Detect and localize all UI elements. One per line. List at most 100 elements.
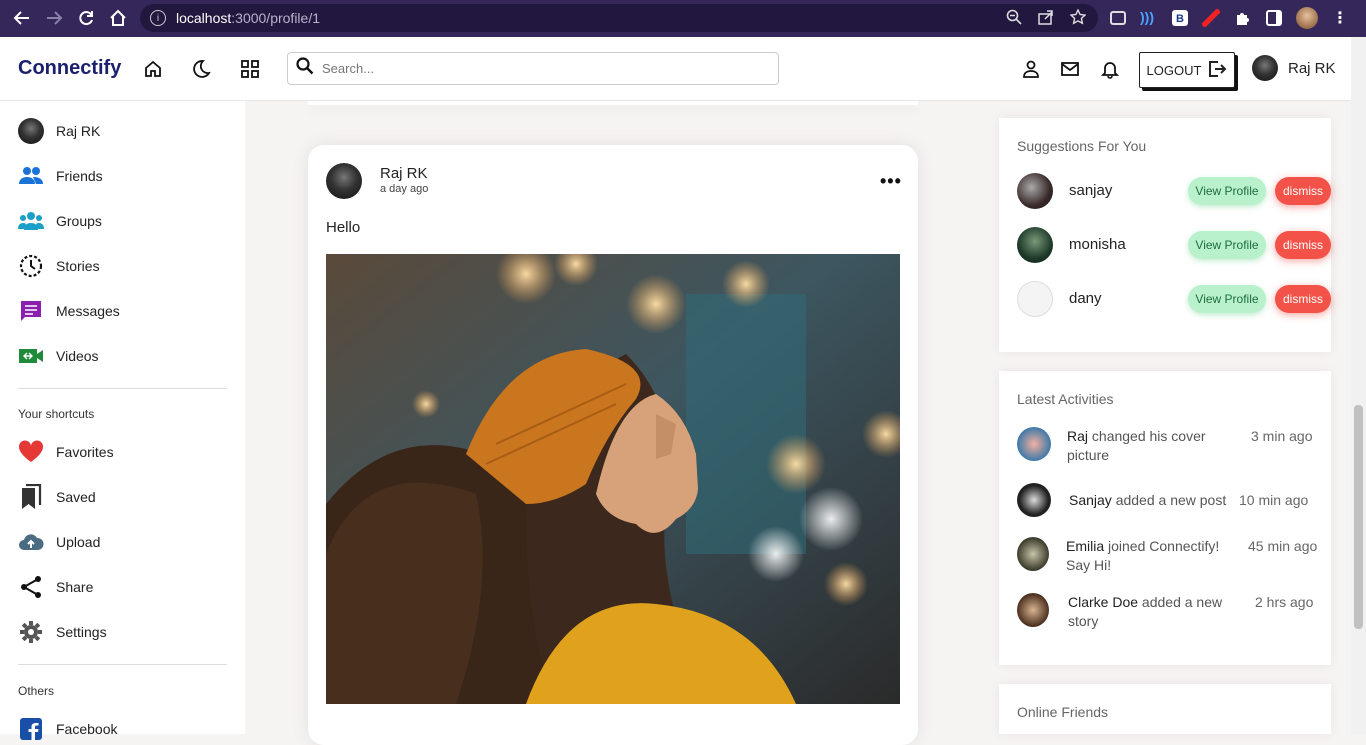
online-friends-card: Online Friends	[999, 684, 1331, 734]
post-text: Hello	[326, 219, 361, 236]
avatar[interactable]	[1017, 173, 1053, 209]
sidebar-item-label: Messages	[56, 303, 120, 319]
b-extension-icon[interactable]: B	[1172, 10, 1188, 26]
logout-button[interactable]: LOGOUT	[1139, 52, 1235, 88]
post-card: Raj RK a day ago ••• Hello	[308, 145, 918, 745]
current-user-menu[interactable]: Raj RK	[1252, 55, 1336, 81]
avatar[interactable]	[1017, 427, 1051, 461]
apps-grid-icon[interactable]	[240, 59, 260, 79]
activity-action: added a new post	[1115, 492, 1227, 508]
avatar[interactable]	[1017, 281, 1053, 317]
groups-icon	[18, 208, 44, 234]
suggestions-card: Suggestions For You sanjay View Profile …	[999, 118, 1331, 352]
activity-time: 10 min ago	[1239, 492, 1309, 508]
reload-icon[interactable]	[73, 5, 99, 31]
app-navbar: Connectify Search... LOGOUT Raj RK	[0, 37, 1366, 101]
share-page-icon[interactable]	[1038, 9, 1054, 28]
search-bar[interactable]: Search...	[287, 52, 779, 85]
zoom-icon[interactable]	[1006, 9, 1022, 28]
pen-extension-icon[interactable]	[1202, 9, 1220, 27]
home-browser-icon[interactable]	[105, 5, 131, 31]
divider	[18, 388, 227, 389]
dark-mode-icon[interactable]	[191, 59, 211, 79]
sidebar-item-favorites[interactable]: Favorites	[18, 439, 114, 465]
bookmark-star-icon[interactable]	[1069, 8, 1087, 28]
sidebar-item-friends[interactable]: Friends	[18, 163, 103, 189]
sidebar-item-stories[interactable]: Stories	[18, 253, 100, 279]
share-icon	[18, 574, 44, 600]
activities-card: Latest Activities Raj changed his cover …	[999, 371, 1331, 665]
activity-time: 2 hrs ago	[1255, 594, 1314, 610]
activities-title: Latest Activities	[1017, 391, 1114, 407]
forward-icon[interactable]	[41, 5, 67, 31]
search-input[interactable]: Search...	[322, 61, 374, 76]
previous-card-edge	[308, 101, 918, 105]
sidebar-item-upload[interactable]: Upload	[18, 529, 100, 555]
sidebar-item-label: Stories	[56, 258, 100, 274]
post-time: a day ago	[380, 183, 429, 195]
suggestion-name[interactable]: monisha	[1069, 236, 1126, 253]
activity-user[interactable]: Emilia	[1066, 538, 1104, 554]
shortcuts-heading: Your shortcuts	[18, 407, 95, 421]
cloud-upload-icon	[18, 529, 44, 555]
activity-user[interactable]: Raj	[1067, 428, 1088, 444]
bell-icon[interactable]	[1100, 59, 1120, 79]
address-bar[interactable]: i localhost:3000/profile/1	[140, 4, 1098, 32]
sidebar-item-label: Share	[56, 579, 94, 595]
suggestion-name[interactable]: dany	[1069, 290, 1102, 307]
sidebar-item-facebook[interactable]: Facebook	[18, 716, 117, 742]
sidebar-item-label: Favorites	[56, 444, 114, 460]
sidebar-item-messages[interactable]: Messages	[18, 298, 120, 324]
current-user-name: Raj RK	[1288, 59, 1336, 77]
scrollbar-thumb[interactable]	[1354, 405, 1363, 629]
sidebar-item-profile[interactable]: Raj RK	[18, 118, 100, 144]
home-icon[interactable]	[143, 59, 163, 79]
activity-time: 45 min ago	[1248, 538, 1318, 554]
sidebar-item-label: Raj RK	[56, 123, 101, 139]
suggestions-title: Suggestions For You	[1017, 138, 1147, 154]
avatar[interactable]	[1017, 227, 1053, 263]
tab-search-icon[interactable]	[1110, 11, 1126, 25]
avatar[interactable]	[326, 163, 362, 199]
sidebar-item-share[interactable]: Share	[18, 574, 93, 600]
view-profile-button[interactable]: View Profile	[1188, 177, 1266, 205]
heart-icon	[18, 439, 44, 465]
others-heading: Others	[18, 684, 55, 698]
sidebar-item-saved[interactable]: Saved	[18, 484, 96, 510]
post-author[interactable]: Raj RK	[380, 165, 428, 182]
profile-avatar-icon[interactable]	[1296, 7, 1318, 29]
puzzle-extensions-icon[interactable]	[1234, 9, 1252, 27]
suggestion-name[interactable]: sanjay	[1069, 182, 1112, 199]
suggestion-row: dany View Profile dismiss	[1017, 281, 1331, 317]
site-info-icon[interactable]: i	[150, 10, 166, 26]
logout-label: LOGOUT	[1146, 62, 1202, 78]
avatar[interactable]	[1017, 537, 1049, 571]
wifi-extension-icon[interactable]: )))	[1140, 9, 1158, 27]
back-icon[interactable]	[9, 5, 35, 31]
sidebar-item-label: Upload	[56, 534, 101, 550]
dismiss-button[interactable]: dismiss	[1275, 177, 1331, 205]
activity-user[interactable]: Sanjay	[1069, 492, 1112, 508]
page-scrollbar[interactable]	[1351, 37, 1366, 734]
sidebar-item-videos[interactable]: Videos	[18, 343, 99, 369]
profile-icon[interactable]	[1021, 59, 1041, 79]
dismiss-button[interactable]: dismiss	[1275, 285, 1331, 313]
view-profile-button[interactable]: View Profile	[1188, 231, 1266, 259]
avatar	[1252, 55, 1278, 81]
menu-kebab-icon[interactable]: ⋮	[1332, 8, 1348, 28]
app-logo[interactable]: Connectify	[18, 57, 121, 80]
post-image[interactable]	[326, 254, 900, 704]
avatar[interactable]	[1017, 593, 1049, 627]
avatar[interactable]	[1017, 483, 1051, 517]
mail-icon[interactable]	[1060, 59, 1080, 79]
sidebar-item-groups[interactable]: Groups	[18, 208, 102, 234]
dismiss-button[interactable]: dismiss	[1275, 231, 1331, 259]
activity-user[interactable]: Clarke Doe	[1068, 594, 1138, 610]
side-panel-icon[interactable]	[1266, 10, 1282, 26]
online-friends-title: Online Friends	[1017, 704, 1109, 720]
sidebar-item-settings[interactable]: Settings	[18, 619, 107, 645]
more-options-icon[interactable]: •••	[880, 171, 902, 192]
logout-icon	[1207, 60, 1227, 81]
view-profile-button[interactable]: View Profile	[1188, 285, 1266, 313]
messages-icon	[18, 298, 44, 324]
